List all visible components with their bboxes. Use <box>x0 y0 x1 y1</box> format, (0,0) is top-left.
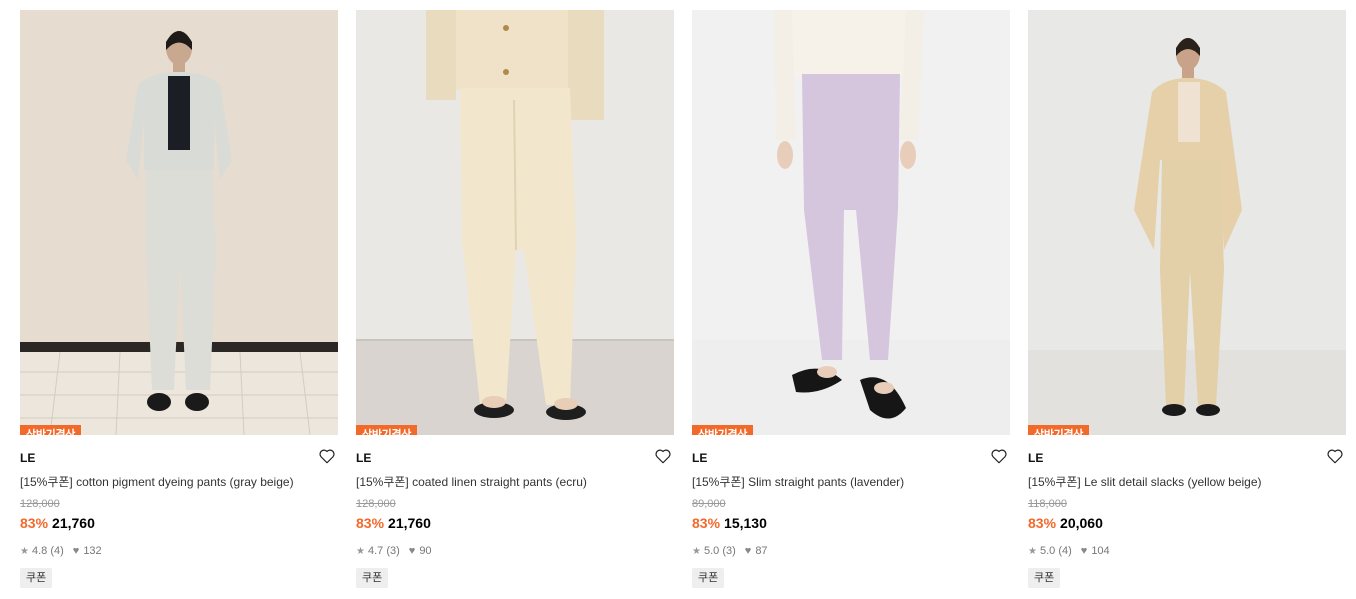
discount-rate: 83% <box>692 515 721 531</box>
discount-rate: 83% <box>20 515 49 531</box>
heart-outline-icon[interactable] <box>1326 447 1344 465</box>
rating-value: 5.0 <box>1039 545 1056 557</box>
brand-name[interactable]: LE <box>20 451 338 467</box>
product-card[interactable]: 상반기결산 LE [15%쿠폰] Le slit detail slacks (… <box>1028 10 1346 588</box>
promo-tag: 상반기결산 <box>20 425 82 435</box>
product-photo-ecru-linen-pants <box>356 10 674 435</box>
heart-filled-icon: ♥ <box>744 545 752 557</box>
product-photo-lavender-pants <box>692 10 1010 435</box>
promo-tag: 상반기결산 <box>1028 425 1090 435</box>
product-name[interactable]: [15%쿠폰] Slim straight pants (lavender) <box>692 475 1010 489</box>
like-count: 87 <box>755 545 768 557</box>
price-row: 83% 15,130 <box>692 515 1010 532</box>
product-name[interactable]: [15%쿠폰] Le slit detail slacks (yellow be… <box>1028 475 1346 489</box>
brand-name[interactable]: LE <box>1028 451 1346 467</box>
product-name[interactable]: [15%쿠폰] cotton pigment dyeing pants (gra… <box>20 475 338 489</box>
star-icon: ★ <box>1028 545 1037 557</box>
rating-row: ★ 5.0 (4) ♥ 104 <box>1028 544 1346 558</box>
rating-value: 5.0 <box>703 545 720 557</box>
heart-outline-icon[interactable] <box>654 447 672 465</box>
product-name[interactable]: [15%쿠폰] coated linen straight pants (ecr… <box>356 475 674 489</box>
like-count: 90 <box>419 545 432 557</box>
coupon-badge: 쿠폰 <box>356 568 389 588</box>
star-icon: ★ <box>692 545 701 557</box>
heart-outline-icon[interactable] <box>990 447 1008 465</box>
rating-row: ★ 5.0 (3) ♥ 87 <box>692 544 1010 558</box>
promo-tag: 상반기결산 <box>692 425 754 435</box>
rating-row: ★ 4.7 (3) ♥ 90 <box>356 544 674 558</box>
discount-rate: 83% <box>1028 515 1057 531</box>
product-image[interactable]: 상반기결산 <box>356 10 674 435</box>
sale-price: 21,760 <box>388 515 431 531</box>
original-price: 128,000 <box>356 498 396 510</box>
heart-filled-icon: ♥ <box>72 545 80 557</box>
review-count: (3) <box>722 545 736 557</box>
product-image[interactable]: 상반기결산 <box>1028 10 1346 435</box>
review-count: (4) <box>1058 545 1072 557</box>
product-info: LE [15%쿠폰] Slim straight pants (lavender… <box>692 435 1010 588</box>
review-count: (3) <box>386 545 400 557</box>
brand-name[interactable]: LE <box>692 451 1010 467</box>
heart-filled-icon: ♥ <box>1080 545 1088 557</box>
heart-filled-icon: ♥ <box>408 545 416 557</box>
coupon-badge: 쿠폰 <box>1028 568 1061 588</box>
product-card[interactable]: 상반기결산 LE [15%쿠폰] cotton pigment dyeing p… <box>20 10 338 588</box>
sale-price: 15,130 <box>724 515 767 531</box>
original-price: 128,000 <box>20 498 60 510</box>
star-icon: ★ <box>20 545 29 557</box>
original-price: 118,000 <box>1028 498 1067 510</box>
rating-value: 4.7 <box>367 545 384 557</box>
coupon-badge: 쿠폰 <box>20 568 53 588</box>
product-image[interactable]: 상반기결산 <box>692 10 1010 435</box>
star-icon: ★ <box>356 545 365 557</box>
sale-price: 21,760 <box>52 515 95 531</box>
discount-rate: 83% <box>356 515 385 531</box>
heart-outline-icon[interactable] <box>318 447 336 465</box>
like-count: 132 <box>83 545 102 557</box>
price-row: 83% 20,060 <box>1028 515 1346 532</box>
original-price: 89,000 <box>692 498 726 510</box>
review-count: (4) <box>50 545 64 557</box>
product-info: LE [15%쿠폰] coated linen straight pants (… <box>356 435 674 588</box>
price-row: 83% 21,760 <box>20 515 338 532</box>
promo-tag: 상반기결산 <box>356 425 418 435</box>
product-card[interactable]: 상반기결산 LE [15%쿠폰] coated linen straight p… <box>356 10 674 588</box>
brand-name[interactable]: LE <box>356 451 674 467</box>
rating-row: ★ 4.8 (4) ♥ 132 <box>20 544 338 558</box>
rating-value: 4.8 <box>31 545 48 557</box>
product-image[interactable]: 상반기결산 <box>20 10 338 435</box>
product-photo-gray-beige-pants <box>20 10 338 435</box>
price-row: 83% 21,760 <box>356 515 674 532</box>
sale-price: 20,060 <box>1060 515 1103 531</box>
product-info: LE [15%쿠폰] cotton pigment dyeing pants (… <box>20 435 338 588</box>
product-info: LE [15%쿠폰] Le slit detail slacks (yellow… <box>1028 435 1346 588</box>
product-card[interactable]: 상반기결산 LE [15%쿠폰] Slim straight pants (la… <box>692 10 1010 588</box>
like-count: 104 <box>1091 545 1110 557</box>
product-photo-yellow-beige-slacks <box>1028 10 1346 435</box>
product-grid: 상반기결산 LE [15%쿠폰] cotton pigment dyeing p… <box>20 10 1346 588</box>
coupon-badge: 쿠폰 <box>692 568 725 588</box>
